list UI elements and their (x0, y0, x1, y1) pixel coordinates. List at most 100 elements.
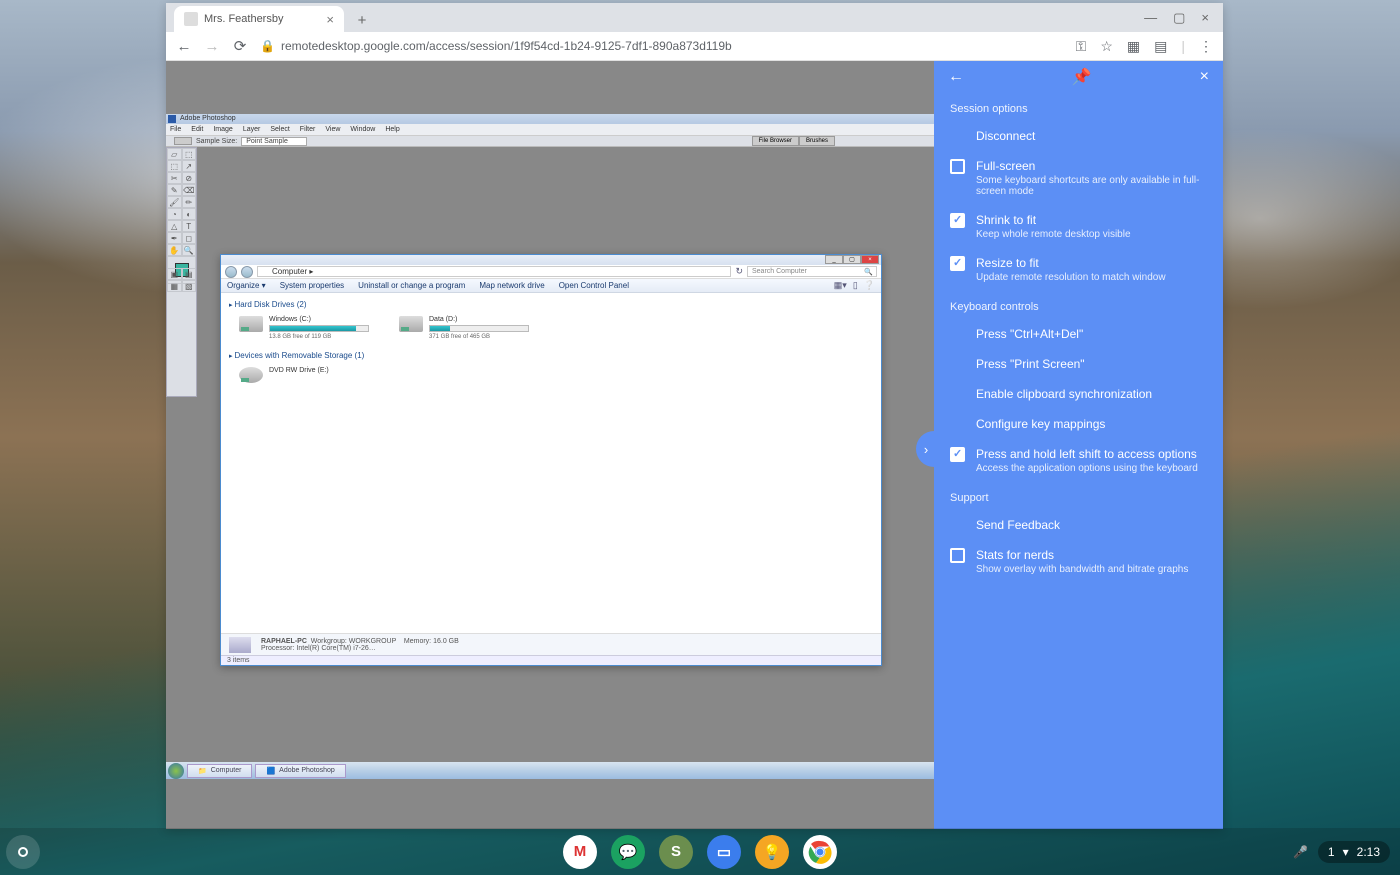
print-screen-button[interactable]: Press "Print Screen" (934, 349, 1223, 379)
photoshop-menu[interactable]: File Edit Image Layer Select Filter View… (166, 124, 935, 135)
tool-icon[interactable]: ✒ (167, 232, 182, 244)
shrink-option[interactable]: Shrink to fit Keep whole remote desktop … (934, 205, 1223, 248)
control-panel-button[interactable]: Open Control Panel (559, 281, 629, 290)
eyedropper-icon[interactable] (174, 137, 192, 145)
voice-icon[interactable]: 🎤 (1293, 845, 1308, 859)
windows-taskbar[interactable]: 📁 Computer 🟦 Adobe Photoshop (166, 762, 935, 779)
messages-icon[interactable]: 💬 (611, 835, 645, 869)
sample-size-dropdown[interactable]: Point Sample (241, 137, 307, 146)
tool-icon[interactable]: ✏ (182, 196, 197, 208)
panel-back-icon[interactable]: ← (948, 68, 964, 86)
launcher-button[interactable] (6, 835, 40, 869)
tool-icon[interactable]: ↗ (182, 160, 197, 172)
panel-close-icon[interactable]: × (1200, 68, 1209, 86)
key-mappings-button[interactable]: Configure key mappings (934, 409, 1223, 439)
photoshop-palette-tabs[interactable]: File Browser Brushes (752, 136, 835, 146)
preview-pane-icon[interactable]: ▯ (853, 280, 858, 291)
photoshop-toolbox[interactable]: ▱⬚ ⬚↗ ✂⊘ ✎⌫ 🖌✏ ◔◐ △T ✒◻ ✋🔍 ▣▤ ▦▧ (166, 147, 197, 397)
tool-icon[interactable]: ✎ (167, 184, 182, 196)
dvd-drive[interactable]: DVD RW Drive (E:) (239, 367, 329, 383)
drive-d[interactable]: Data (D:) 371 GB free of 465 GB (399, 316, 529, 340)
fullscreen-option[interactable]: Full-screen Some keyboard shortcuts are … (934, 151, 1223, 205)
tool-icon[interactable]: 🖌 (167, 196, 182, 208)
forward-button[interactable]: → (204, 38, 220, 55)
tool-icon[interactable]: ▧ (182, 280, 197, 292)
ctrl-alt-del-button[interactable]: Press "Ctrl+Alt+Del" (934, 319, 1223, 349)
omnibox[interactable]: 🔒 remotedesktop.google.com/access/sessio… (260, 39, 1064, 53)
resize-option[interactable]: Resize to fit Update remote resolution t… (934, 248, 1223, 291)
back-button[interactable]: ← (176, 38, 192, 55)
menu-icon[interactable]: ⋮ (1199, 38, 1213, 55)
taskbar-item-photoshop[interactable]: 🟦 Adobe Photoshop (255, 764, 345, 778)
gmail-icon[interactable]: M (563, 835, 597, 869)
tool-icon[interactable]: ⬚ (167, 160, 182, 172)
uninstall-button[interactable]: Uninstall or change a program (358, 281, 465, 290)
checkbox-icon[interactable] (950, 548, 965, 563)
clipboard-sync-button[interactable]: Enable clipboard synchronization (934, 379, 1223, 409)
explorer-search[interactable]: Search Computer🔍 (747, 266, 877, 277)
star-icon[interactable]: ☆ (1100, 38, 1113, 55)
chrome-icon[interactable] (803, 835, 837, 869)
tool-icon[interactable]: △ (167, 220, 182, 232)
browser-tab[interactable]: Mrs. Feathersby × (174, 6, 344, 32)
checkbox-icon[interactable] (950, 447, 965, 462)
send-feedback-button[interactable]: Send Feedback (934, 510, 1223, 540)
tool-icon[interactable]: ▱ (167, 148, 182, 160)
key-icon[interactable]: ⚿ (1076, 38, 1087, 55)
tool-icon[interactable]: ✋ (167, 244, 182, 256)
photoshop-titlebar[interactable]: Adobe Photoshop (166, 114, 935, 124)
tool-icon[interactable]: ⌫ (182, 184, 197, 196)
tool-icon[interactable]: T (182, 220, 197, 232)
tool-icon[interactable]: ✂ (167, 172, 182, 184)
panel-pin-icon[interactable]: 📌 (1072, 67, 1092, 87)
new-tab-button[interactable]: + (350, 8, 374, 32)
tool-icon[interactable]: ▤ (182, 268, 197, 280)
tool-icon[interactable]: ⊘ (182, 172, 197, 184)
explorer-forward-button[interactable] (241, 266, 253, 278)
docs-icon[interactable]: ▭ (707, 835, 741, 869)
refresh-icon[interactable]: ↻ (735, 266, 743, 277)
disconnect-button[interactable]: Disconnect (934, 121, 1223, 151)
organize-menu[interactable]: Organize ▾ (227, 281, 266, 290)
system-properties-button[interactable]: System properties (280, 281, 344, 290)
tab-close-icon[interactable]: × (326, 12, 334, 27)
explorer-window[interactable]: _ ▢ × Computer ▸ ↻ Search Computer🔍 Orga… (220, 254, 882, 666)
window-close-icon[interactable]: × (1201, 10, 1209, 25)
reload-button[interactable]: ⟳ (232, 37, 248, 55)
explorer-maximize-icon[interactable]: ▢ (843, 255, 861, 264)
explorer-body[interactable]: Hard Disk Drives (2) Windows (C:) 13.8 G… (221, 293, 881, 633)
taskbar-item-computer[interactable]: 📁 Computer (187, 764, 252, 778)
checkbox-icon[interactable] (950, 213, 965, 228)
explorer-path[interactable]: Computer ▸ (257, 266, 731, 277)
tool-icon[interactable]: ▣ (167, 268, 182, 280)
map-drive-button[interactable]: Map network drive (479, 281, 544, 290)
extension1-icon[interactable]: ▦ (1127, 38, 1140, 55)
shift-options[interactable]: Press and hold left shift to access opti… (934, 439, 1223, 482)
explorer-minimize-icon[interactable]: _ (825, 255, 843, 264)
window-maximize-icon[interactable]: ▢ (1173, 10, 1185, 26)
stats-option[interactable]: Stats for nerds Show overlay with bandwi… (934, 540, 1223, 583)
removable-group-header[interactable]: Devices with Removable Storage (1) (229, 348, 873, 363)
drives-group-header[interactable]: Hard Disk Drives (2) (229, 297, 873, 312)
extension2-icon[interactable]: ▤ (1154, 38, 1167, 55)
tool-icon[interactable]: ◐ (182, 208, 197, 220)
sheets-icon[interactable]: S (659, 835, 693, 869)
tool-icon[interactable]: ◔ (167, 208, 182, 220)
view-icon[interactable]: ▦▾ (834, 280, 847, 291)
tool-icon[interactable]: ▦ (167, 280, 182, 292)
tool-icon[interactable]: ◻ (182, 232, 197, 244)
tool-icon[interactable]: ⬚ (182, 148, 197, 160)
explorer-close-icon[interactable]: × (861, 255, 879, 264)
keep-icon[interactable]: 💡 (755, 835, 789, 869)
help-icon[interactable]: ❔ (864, 280, 875, 291)
start-button[interactable] (168, 763, 184, 779)
explorer-back-button[interactable] (225, 266, 237, 278)
checkbox-icon[interactable] (950, 159, 965, 174)
remote-desktop[interactable]: Adobe Photoshop File Edit Image Layer Se… (166, 114, 935, 779)
explorer-titlebar[interactable]: _ ▢ × (221, 255, 881, 265)
window-minimize-icon[interactable]: — (1144, 10, 1157, 25)
tool-icon[interactable]: 🔍 (182, 244, 197, 256)
checkbox-icon[interactable] (950, 256, 965, 271)
drive-c[interactable]: Windows (C:) 13.8 GB free of 119 GB (239, 316, 369, 340)
notification-badge[interactable]: 1 (1328, 845, 1335, 859)
